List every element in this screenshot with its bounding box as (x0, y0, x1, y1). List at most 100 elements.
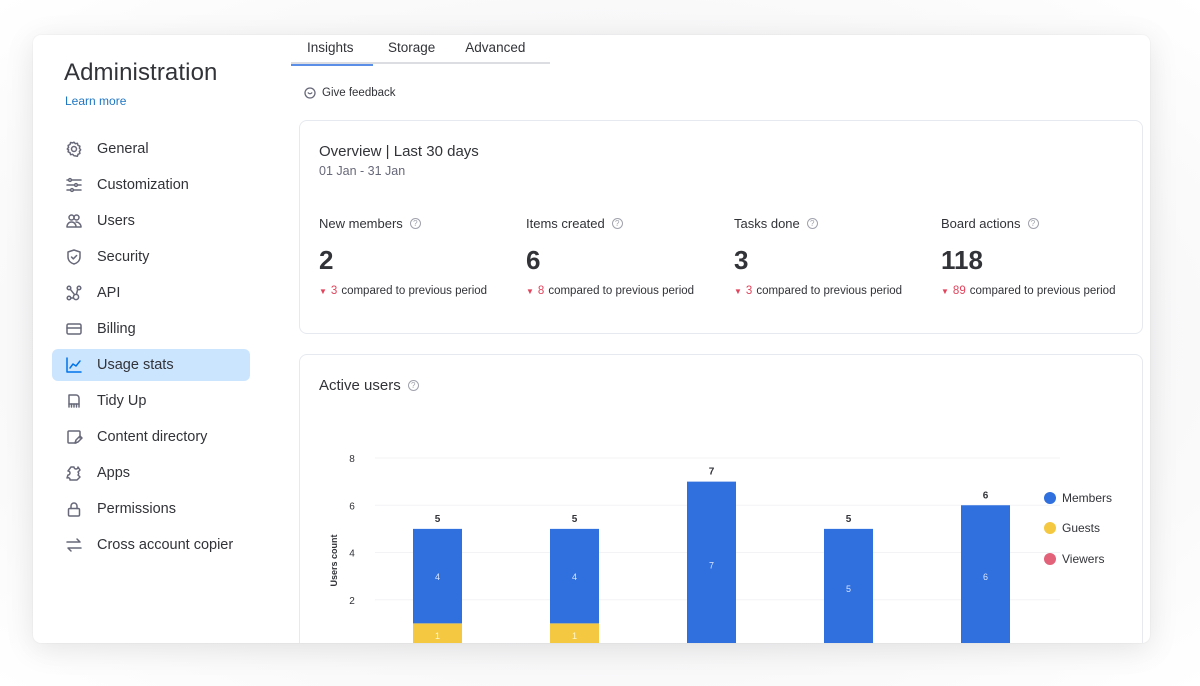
y-tick-label: 6 (349, 501, 355, 512)
metric-label-row: New members ? (319, 216, 519, 231)
metric-label-row: Board actions ? (941, 216, 1141, 231)
lock-icon (65, 500, 83, 518)
metric-value: 2 (319, 245, 334, 275)
sidebar-item-usage-stats[interactable]: Usage stats (52, 349, 250, 381)
sidebar-item-cross-account-copier[interactable]: Cross account copier (52, 529, 250, 561)
bar-value-label: 1 (435, 631, 440, 641)
delta-value: 89 (952, 285, 966, 297)
active-users-card: Active users ? 02468Users countTime145No… (299, 354, 1143, 643)
help-icon[interactable]: ? (806, 218, 818, 229)
legend-item-viewers[interactable]: Viewers (1044, 551, 1112, 566)
y-tick-label: 2 (349, 596, 355, 607)
metric-value: 6 (526, 245, 541, 275)
metric-delta: ▼ 3 compared to previous period (319, 285, 519, 297)
metric-board-actions: Board actions ? 118 ▼ 89 compared to pre… (941, 216, 1141, 297)
delta-text: compared to previous period (341, 285, 488, 297)
sidebar-item-label: Customization (97, 177, 189, 193)
metric-label: Board actions (941, 216, 1021, 231)
metric-label-row: Items created ? (526, 216, 726, 231)
sidebar-item-label: Users (97, 213, 135, 229)
sidebar-item-billing[interactable]: Billing (52, 313, 250, 345)
legend-label: Guests (1062, 521, 1101, 535)
metric-delta: ▼ 3 compared to previous period (734, 285, 934, 297)
sidebar-item-label: General (97, 141, 149, 157)
legend-label: Viewers (1062, 551, 1105, 566)
help-icon[interactable]: ? (611, 218, 623, 229)
metric-value: 3 (734, 245, 749, 275)
shield-icon (65, 248, 83, 266)
sidebar-item-label: Cross account copier (97, 537, 234, 553)
users-icon (65, 212, 83, 230)
gear-icon (65, 140, 83, 158)
sidebar-item-label: Security (97, 249, 150, 265)
overview-date-range: 01 Jan - 31 Jan (319, 164, 406, 178)
sidebar-item-label: Apps (97, 465, 131, 481)
metric-delta: ▼ 89 compared to previous period (941, 285, 1141, 297)
chart-line-icon (65, 356, 83, 374)
document-edit-icon (65, 428, 83, 446)
sidebar-item-label: Tidy Up (97, 393, 147, 409)
bar-value-label: 4 (572, 572, 577, 582)
bar-value-label: 6 (983, 572, 988, 582)
sidebar-item-tidy-up[interactable]: Tidy Up (52, 385, 250, 417)
overview-card: Overview | Last 30 days 01 Jan - 31 Jan … (299, 120, 1143, 334)
legend-dot (1044, 522, 1056, 534)
sidebar: Administration Learn more General Custom… (33, 35, 273, 643)
sidebar-item-label: Usage stats (97, 357, 174, 373)
sidebar-item-users[interactable]: Users (52, 205, 250, 237)
bar-value-label: 1 (572, 631, 577, 641)
tab-storage[interactable]: Storage (373, 35, 450, 64)
active-users-chart: 02468Users countTime145Nov 20145Dec 2007… (329, 454, 1060, 643)
metric-value: 118 (941, 245, 983, 275)
bar-total-label: 5 (435, 514, 441, 525)
bar-total-label: 6 (983, 490, 989, 501)
sidebar-item-api[interactable]: API (52, 277, 250, 309)
give-feedback-button[interactable]: Give feedback (304, 87, 396, 99)
credit-card-icon (65, 320, 83, 338)
sidebar-item-security[interactable]: Security (52, 241, 250, 273)
sidebar-item-label: Content directory (97, 429, 208, 445)
sidebar-item-label: API (97, 285, 121, 301)
delta-value: 3 (745, 285, 753, 297)
bar-total-label: 5 (572, 514, 578, 525)
tab-advanced[interactable]: Advanced (450, 35, 540, 64)
bar-value-label: 5 (846, 584, 851, 594)
legend-item-guests[interactable]: Guests (1044, 521, 1112, 536)
bar-value-label: 7 (709, 560, 714, 570)
sidebar-item-label: Permissions (97, 501, 176, 517)
legend-item-members[interactable]: Members (1044, 490, 1112, 505)
caret-down-icon: ▼ (734, 286, 742, 296)
sidebar-item-permissions[interactable]: Permissions (52, 493, 250, 525)
metric-tasks-done: Tasks done ? 3 ▼ 3 compared to previous … (734, 216, 934, 297)
delta-value: 8 (537, 285, 545, 297)
delta-value: 3 (330, 285, 338, 297)
tab-insights[interactable]: Insights (291, 35, 373, 66)
sidebar-item-apps[interactable]: Apps (52, 457, 250, 489)
sliders-icon (65, 176, 83, 194)
overview-title: Overview | Last 30 days (319, 143, 479, 160)
chart-legend: Members Guests Viewers (1044, 490, 1112, 582)
caret-down-icon: ▼ (319, 286, 327, 296)
help-icon[interactable]: ? (409, 218, 421, 229)
arrows-swap-icon (65, 536, 83, 554)
bar-total-label: 7 (709, 467, 715, 478)
sidebar-item-content-directory[interactable]: Content directory (52, 421, 250, 453)
sidebar-nav: General Customization Users Security API… (52, 133, 250, 565)
delta-text: compared to previous period (969, 285, 1116, 297)
metric-label: Items created (526, 216, 605, 231)
admin-window: Administration Learn more General Custom… (33, 35, 1150, 643)
sidebar-item-customization[interactable]: Customization (52, 169, 250, 201)
bar-total-label: 5 (846, 514, 852, 525)
y-tick-label: 8 (349, 454, 355, 465)
help-icon[interactable]: ? (1027, 218, 1039, 229)
api-nodes-icon (65, 284, 83, 302)
y-axis-label: Users count (329, 534, 339, 586)
page-title: Administration (64, 59, 218, 86)
delta-text: compared to previous period (548, 285, 695, 297)
give-feedback-label: Give feedback (322, 87, 396, 99)
learn-more-link[interactable]: Learn more (65, 94, 126, 108)
delta-text: compared to previous period (756, 285, 903, 297)
sidebar-item-general[interactable]: General (52, 133, 250, 165)
feedback-bubble-icon (304, 87, 316, 99)
metric-label-row: Tasks done ? (734, 216, 934, 231)
